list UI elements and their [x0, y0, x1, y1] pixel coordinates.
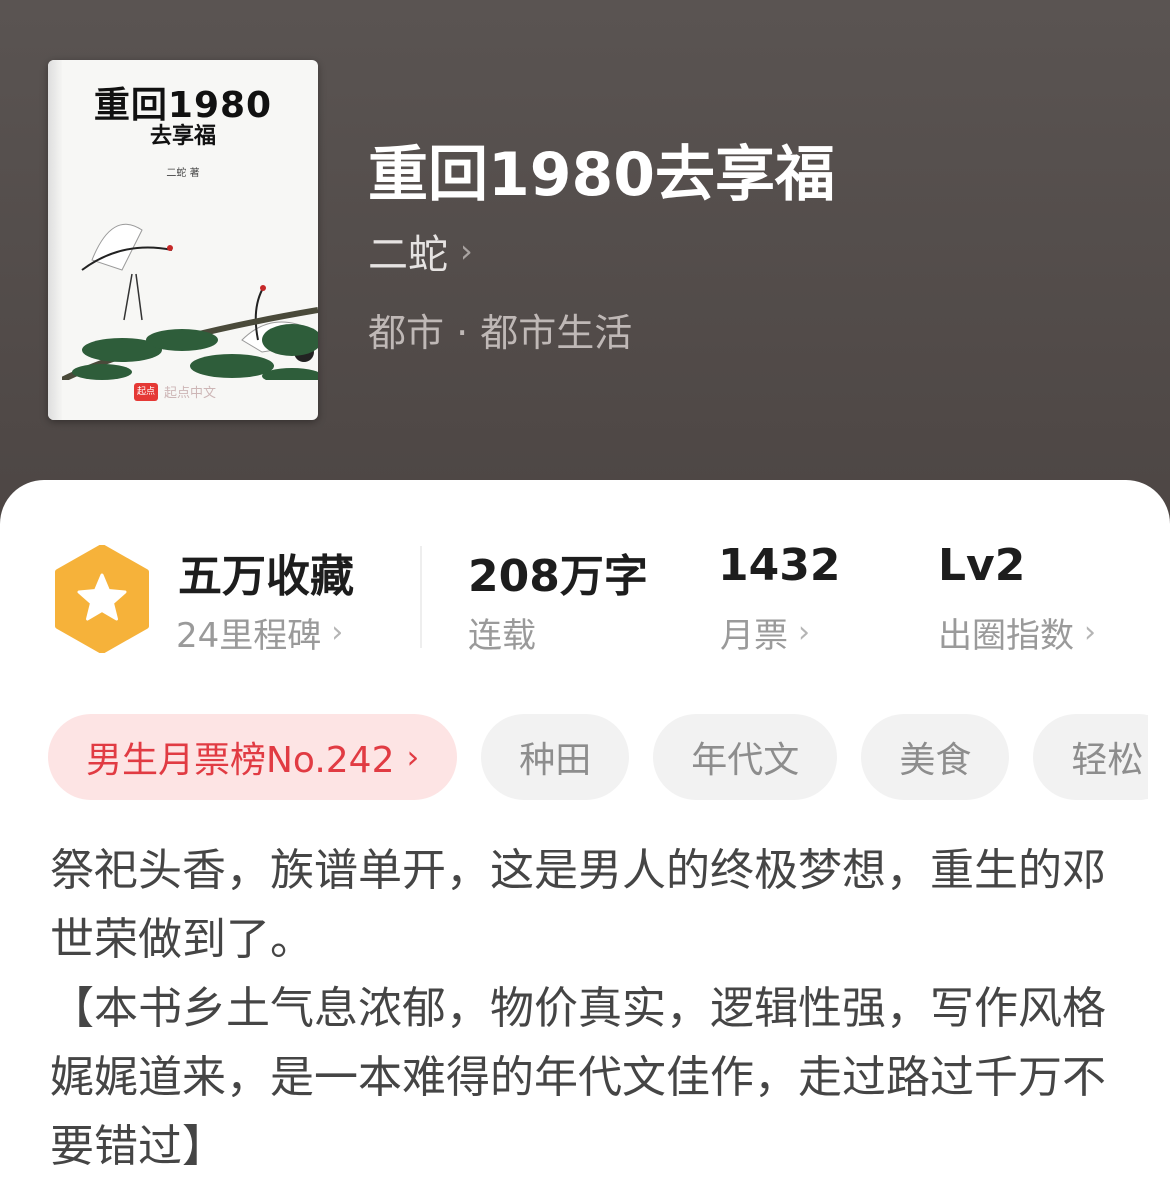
level-value: Lv2 — [938, 540, 1026, 591]
book-genre: 都市 · 都市生活 — [368, 311, 633, 355]
book-header: 重回1980 去享福 二蛇 著 起点 起点中文 重回1980去享福 二蛇 › 都… — [0, 0, 1170, 560]
chevron-right-icon: › — [331, 615, 344, 650]
milestone-link[interactable]: 24里程碑 › — [176, 608, 343, 657]
cover-illustration — [62, 223, 318, 380]
tag-chip[interactable]: 美食 — [861, 714, 1010, 800]
description-paragraph: 【本书乡土气息浓郁，物价真实，逻辑性强，写作风格娓娓道来，是一本难得的年代文佳作… — [50, 983, 1106, 1172]
author-name: 二蛇 — [368, 232, 448, 278]
monthly-ticket-link[interactable]: 月票 › — [720, 608, 810, 657]
tag-chip[interactable]: 轻松 — [1033, 714, 1148, 800]
tag-chip[interactable]: 年代文 — [653, 714, 838, 800]
rank-tag[interactable]: 男生月票榜No.242 › — [48, 714, 458, 800]
popularity-index-link[interactable]: 出圈指数 › — [938, 608, 1096, 657]
book-cover[interactable]: 重回1980 去享福 二蛇 著 起点 起点中文 — [48, 60, 318, 420]
chevron-right-icon: › — [460, 232, 473, 270]
tag-chip[interactable]: 种田 — [481, 714, 630, 800]
popularity-index-label: 出圈指数 — [938, 616, 1074, 656]
cover-publisher: 起点 起点中文 — [134, 382, 216, 401]
milestone-label: 24里程碑 — [176, 616, 322, 656]
description-paragraph: 祭祀头香，族谱单开，这是男人的终极梦想，重生的邓世荣做到了。 — [50, 845, 1106, 965]
cover-subtitle: 去享福 — [149, 124, 216, 149]
collect-value: 五万收藏 — [178, 551, 354, 602]
serial-status-label: 连载 — [468, 608, 536, 657]
chevron-right-icon: › — [1084, 615, 1096, 650]
publisher-name: 起点中文 — [164, 386, 217, 401]
word-count-value: 208万字 — [468, 551, 648, 602]
monthly-ticket-label: 月票 — [720, 616, 788, 656]
book-title: 重回1980去享福 — [368, 140, 835, 210]
star-hexagon-icon — [55, 545, 149, 653]
serial-status: 连载 — [468, 616, 536, 656]
author-link[interactable]: 二蛇 › — [368, 222, 473, 280]
cover-author: 二蛇 著 — [166, 168, 200, 179]
monthly-ticket-value: 1432 — [718, 540, 841, 591]
book-description[interactable]: 祭祀头香，族谱单开，这是男人的终极梦想，重生的邓世荣做到了。 【本书乡土气息浓郁… — [50, 836, 1140, 1181]
chevron-right-icon: › — [798, 615, 810, 650]
stat-divider — [420, 546, 422, 648]
rank-tag-label: 男生月票榜No.242 — [86, 740, 395, 781]
publisher-logo: 起点 — [134, 382, 158, 401]
chevron-right-icon: › — [406, 738, 420, 776]
tag-row: 男生月票榜No.242 › 种田 年代文 美食 轻松 — [48, 714, 1148, 800]
